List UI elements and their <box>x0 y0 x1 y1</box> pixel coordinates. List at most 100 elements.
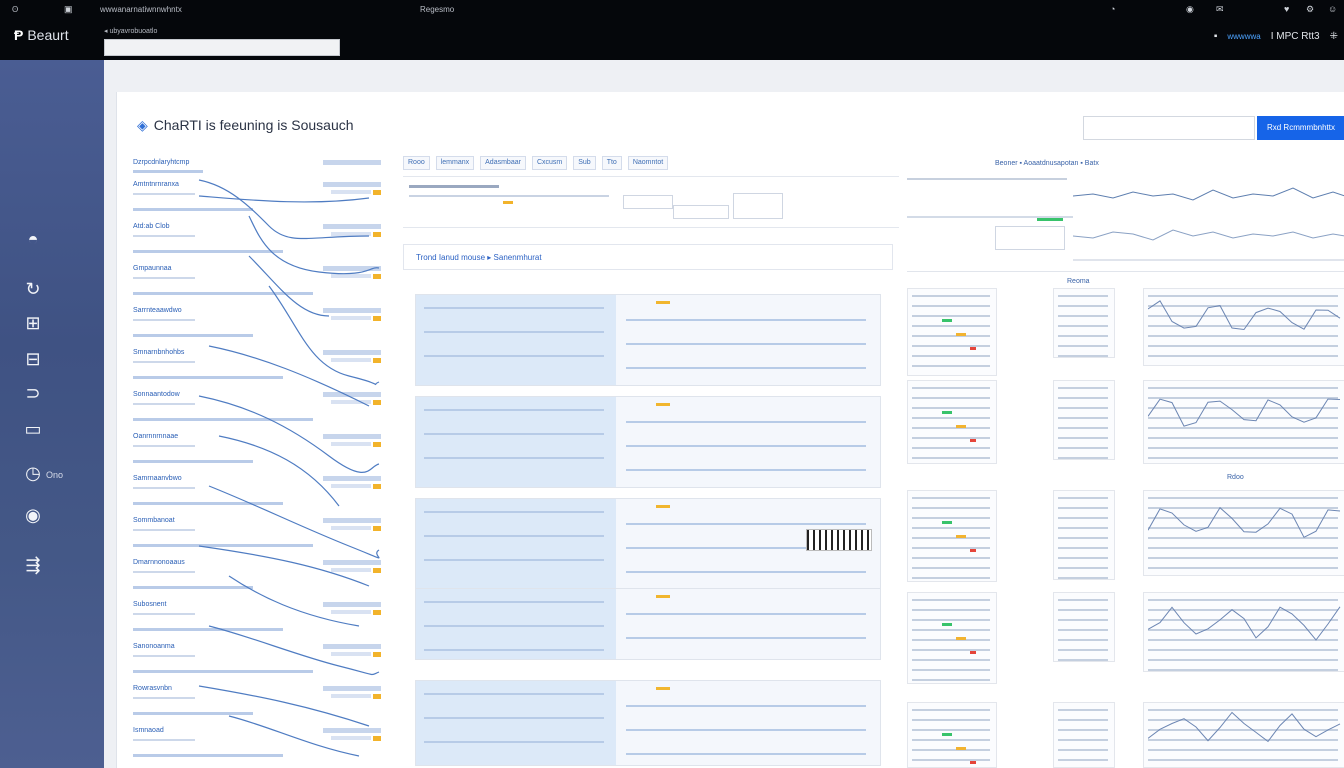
back-icon[interactable]: ◂ <box>104 28 108 35</box>
block-row <box>912 507 990 509</box>
right-mid-label: Reoma <box>1067 278 1090 285</box>
tree-link <box>208 345 370 407</box>
url-label: ◂ ubyavrobuoatlo <box>104 27 157 35</box>
list-item-sub <box>133 487 195 489</box>
folder-icon[interactable]: ▭ <box>20 418 46 440</box>
stat-block[interactable] <box>907 702 997 768</box>
stat-block[interactable] <box>1053 592 1115 662</box>
card-flag <box>656 505 670 508</box>
stat-block[interactable] <box>1053 380 1115 460</box>
gauge-icon[interactable]: ◓ <box>20 228 46 250</box>
data-card[interactable] <box>415 680 881 766</box>
tab-1[interactable]: lemmanx <box>435 156 475 170</box>
grid-icon[interactable]: ⊞ <box>20 312 46 334</box>
tab-2[interactable]: Adasmbaar <box>480 156 526 170</box>
mid-link-row[interactable]: Trond Ianud mouse ▸ Sanenmhurat <box>403 244 893 270</box>
tree-link <box>228 715 360 757</box>
tree-link <box>208 625 380 676</box>
block-row <box>1058 729 1108 731</box>
block-row <box>1058 609 1108 611</box>
list-item-label: Atd:ab Clob <box>133 223 170 230</box>
block-row <box>912 457 990 459</box>
block-row <box>912 325 990 327</box>
tree-link <box>218 435 340 507</box>
block-row <box>912 437 990 439</box>
data-card[interactable] <box>415 294 881 386</box>
tab-3[interactable]: Cxcusm <box>531 156 568 170</box>
list-item-sub <box>133 571 195 573</box>
mail-icon[interactable]: ✉ <box>1216 4 1224 15</box>
mini-chart-series <box>1148 506 1341 538</box>
block-row <box>912 315 990 317</box>
block-row <box>912 345 990 347</box>
apps-icon[interactable]: ⁜ <box>1330 31 1338 42</box>
stat-block[interactable] <box>907 288 997 376</box>
stat-block[interactable] <box>1143 702 1344 768</box>
data-card[interactable] <box>415 396 881 488</box>
bell-icon[interactable]: ◔ <box>1110 4 1115 14</box>
card-row-line <box>424 625 604 627</box>
stat-block[interactable] <box>907 490 997 582</box>
data-card[interactable] <box>415 498 881 590</box>
list-item-sub <box>133 361 195 363</box>
tab-6[interactable]: Naomntot <box>627 156 669 170</box>
mid-tabs: Rooo lemmanx Adasmbaar Cxcusm Sub Tto Na… <box>403 156 899 170</box>
settings-icon[interactable]: ⚙ <box>1306 4 1314 15</box>
stat-block[interactable] <box>907 592 997 684</box>
mini-chart-series <box>1148 300 1341 331</box>
block-row <box>912 729 990 731</box>
block-row <box>912 759 990 761</box>
account-link[interactable]: wwwwwa <box>1227 32 1260 41</box>
block-row <box>912 427 990 429</box>
card-row-line <box>424 511 604 513</box>
profile-icon[interactable]: ◉ <box>1186 4 1194 15</box>
stat-block[interactable] <box>907 380 997 464</box>
card-row-line <box>626 637 866 639</box>
stat-block[interactable] <box>1053 702 1115 768</box>
tab-0[interactable]: Rooo <box>403 156 430 170</box>
window-icon[interactable]: ▪ <box>1214 31 1218 42</box>
card-flag <box>656 687 670 690</box>
block-row <box>912 749 990 751</box>
menu-icon[interactable]: ▣ <box>64 4 73 15</box>
card-icon[interactable]: ⊟ <box>20 348 46 370</box>
tab-4[interactable]: Sub <box>573 156 596 170</box>
search-input[interactable] <box>1083 116 1255 140</box>
header-line <box>409 185 499 188</box>
person-icon[interactable]: ☺ <box>1328 4 1337 14</box>
primary-action-button[interactable]: Rxd Rcmmmbnhttx <box>1257 116 1344 140</box>
tree-link <box>198 685 370 727</box>
block-row <box>1058 447 1108 449</box>
block-row <box>1058 547 1108 549</box>
block-row <box>912 407 990 409</box>
block-row <box>912 629 990 631</box>
url-text: ubyavrobuoatlo <box>109 28 158 35</box>
block-row <box>1058 335 1108 337</box>
check-circle-icon[interactable]: ↻ <box>20 278 46 300</box>
list-header-text: Dzrpcdnlaryhtcmp <box>133 159 190 166</box>
stack-icon[interactable]: ⊃ <box>20 382 46 404</box>
diamond-icon: ◈ <box>137 117 148 133</box>
stat-block[interactable] <box>1053 490 1115 580</box>
sidebar: ◓ ↻ ⊞ ⊟ ⊃ ▭ ◷ Ono ◉ ⇶ <box>0 60 104 768</box>
circle-dot-icon[interactable]: ◉ <box>20 504 46 526</box>
sidebar-item-label: Ono <box>46 470 64 480</box>
tab-5[interactable]: Tto <box>601 156 622 170</box>
stat-block[interactable] <box>1143 490 1344 576</box>
clock-icon[interactable]: ◷ <box>20 462 46 484</box>
card-row-line <box>424 457 604 459</box>
stat-block[interactable] <box>1143 288 1344 366</box>
block-row <box>912 709 990 711</box>
heart-icon[interactable]: ♥ <box>1284 4 1289 14</box>
app-brand[interactable]: Ᵽ Beaurt <box>14 27 69 43</box>
routes-icon[interactable]: ⇶ <box>20 554 46 576</box>
address-input[interactable] <box>104 39 340 56</box>
data-card[interactable] <box>415 588 881 660</box>
stat-block[interactable] <box>1143 592 1344 672</box>
stat-block[interactable] <box>1143 380 1344 464</box>
header-tag <box>323 160 381 165</box>
tree-link <box>198 179 370 240</box>
block-row <box>1058 709 1108 711</box>
stat-block[interactable] <box>1053 288 1115 358</box>
list-item-label: Sarrnteaawdwo <box>133 307 182 314</box>
